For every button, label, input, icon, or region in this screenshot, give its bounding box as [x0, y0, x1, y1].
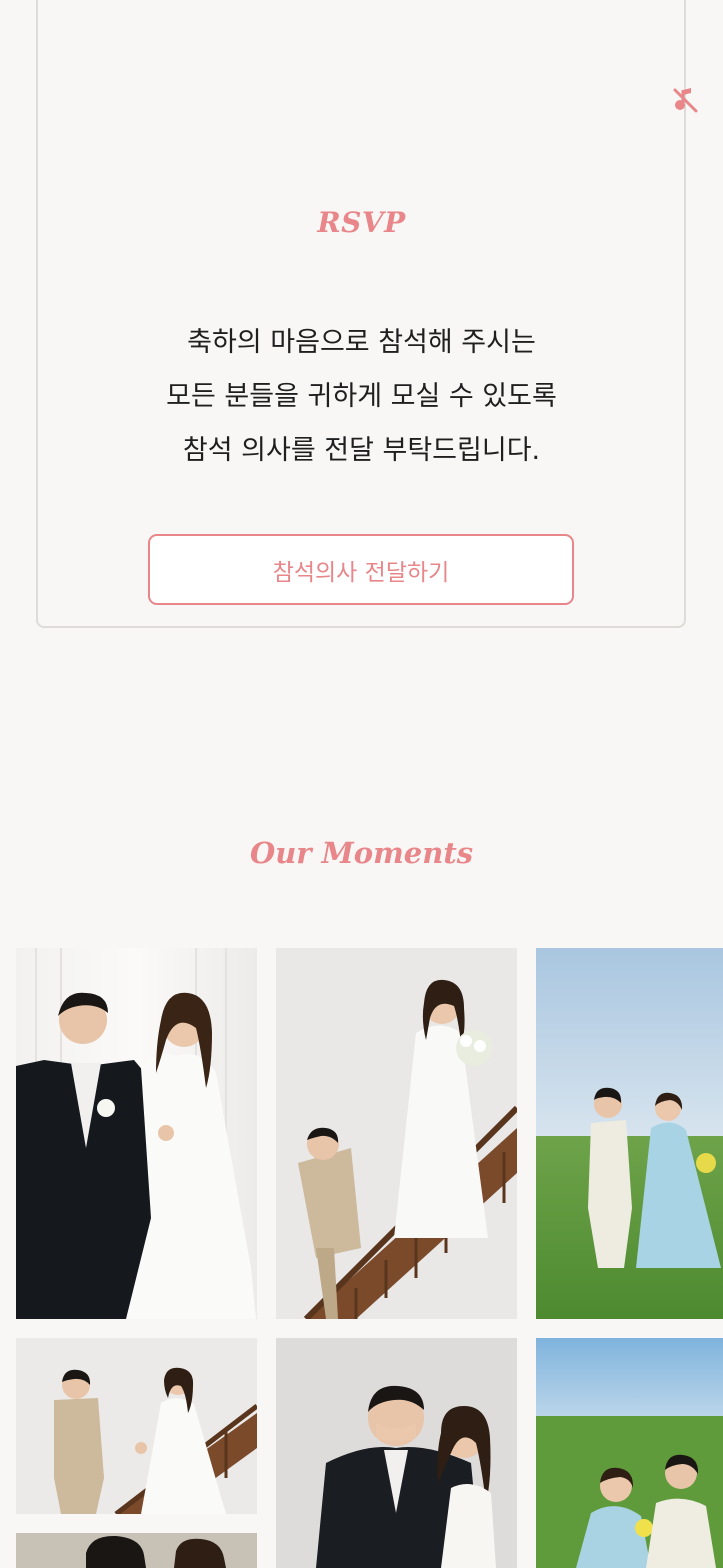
rsvp-message-line: 참석 의사를 전달 부탁드립니다. — [182, 435, 541, 466]
wedding-invitation-page: RSVP 축하의 마음으로 참석해 주시는 모든 분들을 귀하게 모실 수 있도… — [0, 0, 723, 1568]
gallery-photo-2[interactable] — [276, 948, 517, 1319]
rsvp-message-line: 모든 분들을 귀하게 모실 수 있도록 — [166, 381, 557, 412]
gallery-photo-6[interactable] — [536, 1338, 723, 1568]
gallery-photo-1[interactable] — [16, 948, 257, 1319]
gallery-photo-5[interactable] — [276, 1338, 517, 1568]
rsvp-title: RSVP — [317, 206, 406, 239]
rsvp-message-line: 축하의 마음으로 참석해 주시는 — [187, 327, 536, 358]
gallery-photo-3[interactable] — [536, 948, 723, 1319]
gallery-title: Our Moments — [249, 836, 474, 870]
music-toggle-button[interactable] — [668, 84, 702, 118]
gallery-photo-4[interactable] — [16, 1338, 257, 1514]
gallery-photo-7[interactable] — [16, 1533, 257, 1568]
rsvp-submit-button[interactable]: 참석의사 전달하기 — [148, 534, 574, 605]
music-off-icon — [670, 84, 700, 118]
